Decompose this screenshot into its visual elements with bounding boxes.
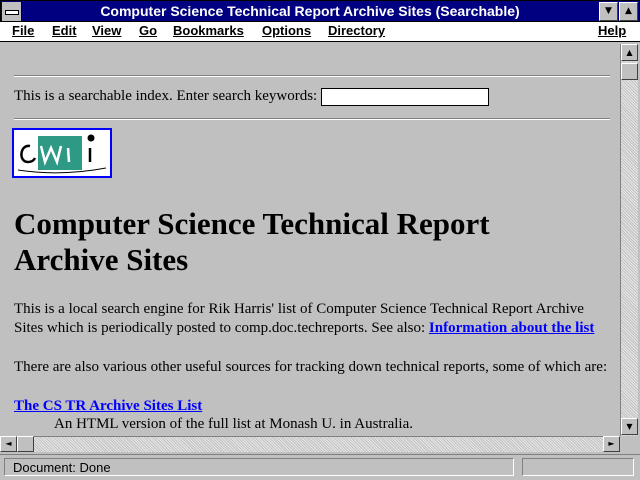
search-label: This is a searchable index. Enter search…: [14, 88, 318, 104]
page-title: Computer Science Technical Report Archiv…: [14, 206, 490, 277]
divider: [14, 118, 610, 120]
system-menu-icon: [5, 10, 19, 15]
menu-bar: File Edit View Go Bookmarks Options Dire…: [0, 22, 640, 42]
list-item-description: An HTML version of the full list at Mona…: [54, 416, 413, 432]
status-text: Document: Done: [4, 458, 514, 476]
vertical-scrollbar[interactable]: ▲ ▼: [620, 44, 638, 436]
title-bar: Computer Science Technical Report Archiv…: [0, 0, 640, 22]
document-view[interactable]: This is a searchable index. Enter search…: [0, 44, 620, 436]
list-item-title: The CS TR Archive Sites List: [14, 397, 610, 416]
menu-edit[interactable]: Edit: [52, 23, 77, 38]
minimize-button[interactable]: ▼: [599, 2, 618, 21]
menu-directory[interactable]: Directory: [328, 23, 385, 38]
search-input[interactable]: [321, 88, 489, 106]
hscroll-thumb[interactable]: [17, 436, 34, 452]
info-about-list-link[interactable]: Information about the list: [429, 320, 594, 336]
cs-tr-archive-list-link[interactable]: The CS TR Archive Sites List: [14, 398, 202, 414]
scroll-left-button[interactable]: ◄: [0, 436, 17, 452]
menu-options[interactable]: Options: [262, 23, 311, 38]
window-title: Computer Science Technical Report Archiv…: [100, 3, 520, 19]
cwi-logo-link[interactable]: [12, 128, 112, 178]
cwi-logo-icon: [17, 134, 107, 174]
intro-paragraph: This is a local search engine for Rik Ha…: [14, 300, 610, 338]
maximize-button[interactable]: ▲: [619, 2, 638, 21]
menu-help[interactable]: Help: [598, 23, 626, 38]
horizontal-scrollbar[interactable]: ◄ ►: [0, 436, 620, 452]
menu-file[interactable]: File: [12, 23, 34, 38]
scroll-right-button[interactable]: ►: [603, 436, 620, 452]
scrollbar-corner: [620, 436, 640, 452]
scroll-thumb[interactable]: [621, 63, 638, 80]
menu-bookmarks[interactable]: Bookmarks: [173, 23, 244, 38]
progress-indicator: [522, 458, 634, 476]
scroll-down-button[interactable]: ▼: [621, 418, 638, 435]
status-bar: Document: Done: [0, 454, 640, 480]
menu-view[interactable]: View: [92, 23, 121, 38]
system-menu-button[interactable]: [2, 2, 22, 21]
divider: [14, 75, 610, 77]
scroll-up-button[interactable]: ▲: [621, 44, 638, 61]
sources-paragraph: There are also various other useful sour…: [14, 359, 608, 375]
menu-go[interactable]: Go: [139, 23, 157, 38]
